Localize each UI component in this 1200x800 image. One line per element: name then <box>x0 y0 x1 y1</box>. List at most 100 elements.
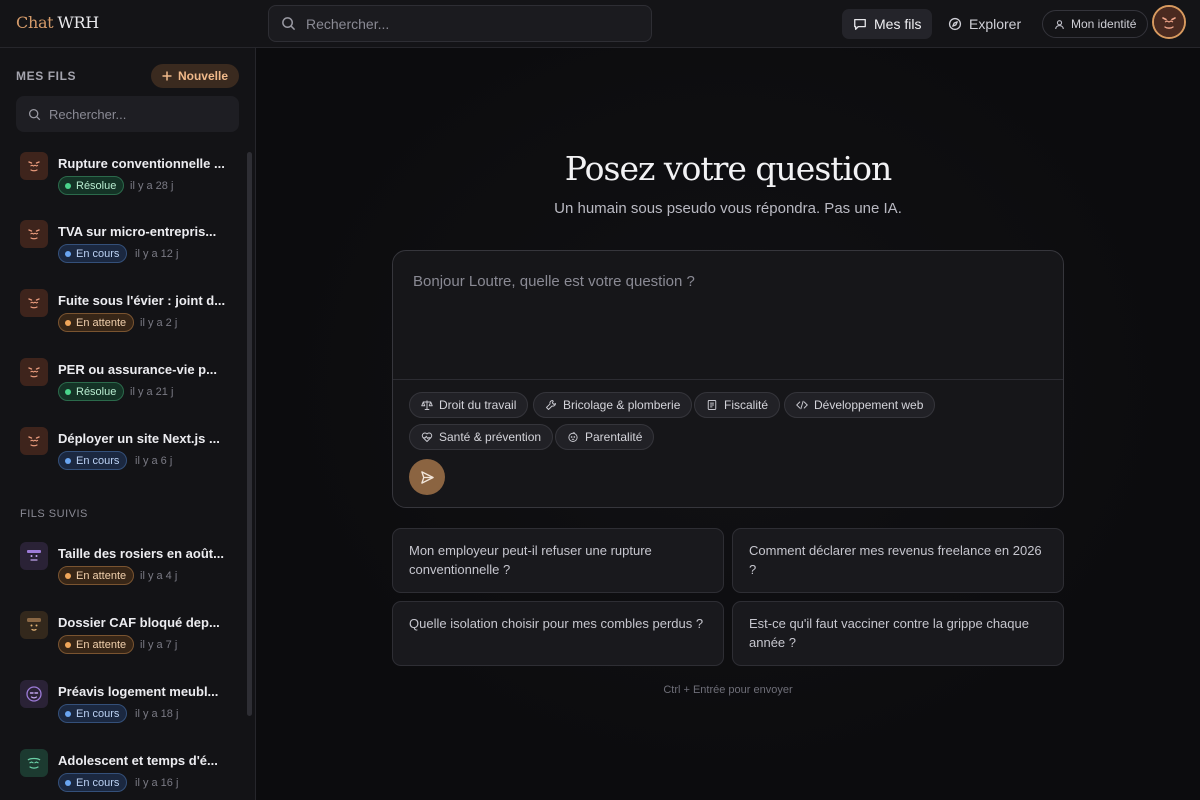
status-label: Résolue <box>76 385 117 398</box>
nav-mes-fils-label: Mes fils <box>874 16 922 32</box>
status-badge: En attente <box>58 313 135 332</box>
baby-icon <box>567 431 579 443</box>
status-dot <box>65 388 71 395</box>
chip-label: Bricolage & plomberie <box>563 398 681 412</box>
thread-title: Dossier CAF bloqué dep... <box>58 615 220 630</box>
status-label: En attente <box>76 316 127 329</box>
heart-pulse-icon <box>421 431 433 443</box>
status-label: En cours <box>76 454 120 467</box>
status-badge: En attente <box>58 566 135 585</box>
sidebar-search <box>16 96 239 132</box>
user-icon <box>1054 19 1065 30</box>
question-composer: Droit du travail Bricolage & plomberie F… <box>392 250 1064 508</box>
scale-icon <box>421 399 433 411</box>
top-bar: ChatWRH Mes fils Explorer Mon identité <box>0 0 1200 48</box>
compass-icon <box>948 17 962 31</box>
thread-item[interactable]: Rupture conventionnelle ... Résolue il y… <box>20 152 230 204</box>
user-avatar[interactable] <box>1152 5 1186 39</box>
new-thread-button[interactable]: Nouvelle <box>151 64 239 88</box>
chip-label: Développement web <box>814 398 924 412</box>
status-badge: En cours <box>58 451 128 470</box>
composer-divider <box>393 379 1063 380</box>
keyboard-hint: Ctrl + Entrée pour envoyer <box>663 684 793 696</box>
suggestion-card[interactable]: Mon employeur peut-il refuser une ruptur… <box>392 528 724 593</box>
chip-bricolage[interactable]: Bricolage & plomberie <box>533 392 693 418</box>
chip-label: Parentalité <box>585 430 643 444</box>
otter-avatar-icon <box>20 427 48 455</box>
nav-explorer-label: Explorer <box>969 16 1022 32</box>
status-label: En cours <box>76 707 120 720</box>
page-subtitle: Un humain sous pseudo vous répondra. Pas… <box>554 200 902 217</box>
chip-droit-du-travail[interactable]: Droit du travail <box>409 392 529 418</box>
thread-item[interactable]: Adolescent et temps d'é... En cours il y… <box>20 749 230 800</box>
top-search <box>268 5 652 42</box>
thread-item[interactable]: PER ou assurance-vie p... Résolue il y a… <box>20 358 230 410</box>
status-dot <box>65 250 71 257</box>
status-dot <box>65 710 71 717</box>
chip-developpement-web[interactable]: Développement web <box>784 392 936 418</box>
thread-item[interactable]: Déployer un site Next.js ... En cours il… <box>20 427 230 479</box>
thread-title: TVA sur micro-entrepris... <box>58 224 217 239</box>
thread-item[interactable]: Dossier CAF bloqué dep... En attente il … <box>20 611 230 663</box>
status-label: En attente <box>76 569 127 582</box>
status-label: En attente <box>76 638 127 651</box>
chip-parentalite[interactable]: Parentalité <box>555 424 655 450</box>
thread-time: il y a 2 j <box>140 317 178 329</box>
nav-explorer[interactable]: Explorer <box>937 9 1032 39</box>
brand-part-2: WRH <box>57 13 99 32</box>
thread-time: il y a 28 j <box>130 180 174 192</box>
brand-logo[interactable]: Chat WRH <box>16 13 99 32</box>
document-icon <box>706 399 718 411</box>
wrench-icon <box>545 399 557 411</box>
otter-avatar-icon <box>20 220 48 248</box>
new-thread-label: Nouvelle <box>177 69 228 83</box>
sidebar-search-input[interactable] <box>49 106 239 122</box>
main-area: Posez votre question Un humain sous pseu… <box>256 48 1200 800</box>
thread-item[interactable]: Taille des rosiers en août... En attente… <box>20 542 230 594</box>
status-dot <box>65 182 71 189</box>
suggestion-card[interactable]: Est-ce qu'il faut vacciner contre la gri… <box>732 601 1064 666</box>
chip-sante[interactable]: Santé & prévention <box>409 424 554 450</box>
chip-label: Fiscalité <box>724 398 769 412</box>
brand-part-1: Chat <box>16 13 54 32</box>
thread-time: il y a 6 j <box>135 455 173 467</box>
suggestion-card[interactable]: Comment déclarer mes revenus freelance e… <box>732 528 1064 593</box>
thread-title: Adolescent et temps d'é... <box>58 753 218 768</box>
suggestion-card[interactable]: Quelle isolation choisir pour mes comble… <box>392 601 724 666</box>
send-icon <box>420 470 435 485</box>
status-label: Résolue <box>76 179 117 192</box>
chip-fiscalite[interactable]: Fiscalité <box>694 392 781 418</box>
otter-avatar-icon <box>20 152 48 180</box>
thread-item[interactable]: Fuite sous l'évier : joint d... En atten… <box>20 289 230 341</box>
nav-mes-fils[interactable]: Mes fils <box>842 9 933 39</box>
bear-avatar-icon <box>20 542 48 570</box>
fox-avatar-icon <box>20 611 48 639</box>
status-badge: En attente <box>58 635 135 654</box>
chip-label: Santé & prévention <box>439 430 542 444</box>
chat-bubble-icon <box>853 17 867 31</box>
otter-avatar-icon <box>1154 7 1184 37</box>
top-search-input[interactable] <box>306 15 651 32</box>
status-dot <box>65 572 71 579</box>
status-label: En cours <box>76 247 120 260</box>
status-dot <box>65 641 71 648</box>
status-dot <box>65 779 71 786</box>
status-label: En cours <box>76 776 120 789</box>
status-badge: Résolue <box>58 382 125 401</box>
sidebar-scrollbar[interactable] <box>247 152 252 716</box>
status-badge: En cours <box>58 244 128 263</box>
thread-time: il y a 18 j <box>135 708 179 720</box>
status-dot <box>65 457 71 464</box>
frog-avatar-icon <box>20 749 48 777</box>
sidebar-title: MES FILS <box>16 69 77 83</box>
thread-item[interactable]: TVA sur micro-entrepris... En cours il y… <box>20 220 230 272</box>
send-button[interactable] <box>409 459 445 495</box>
nav-identity[interactable]: Mon identité <box>1042 10 1149 38</box>
thread-title: PER ou assurance-vie p... <box>58 362 217 377</box>
thread-time: il y a 16 j <box>135 777 179 789</box>
thread-item[interactable]: Préavis logement meubl... En cours il y … <box>20 680 230 732</box>
question-input[interactable] <box>393 251 1063 379</box>
otter-avatar-icon <box>20 289 48 317</box>
thread-title: Taille des rosiers en août... <box>58 546 224 561</box>
chip-label: Droit du travail <box>439 398 517 412</box>
